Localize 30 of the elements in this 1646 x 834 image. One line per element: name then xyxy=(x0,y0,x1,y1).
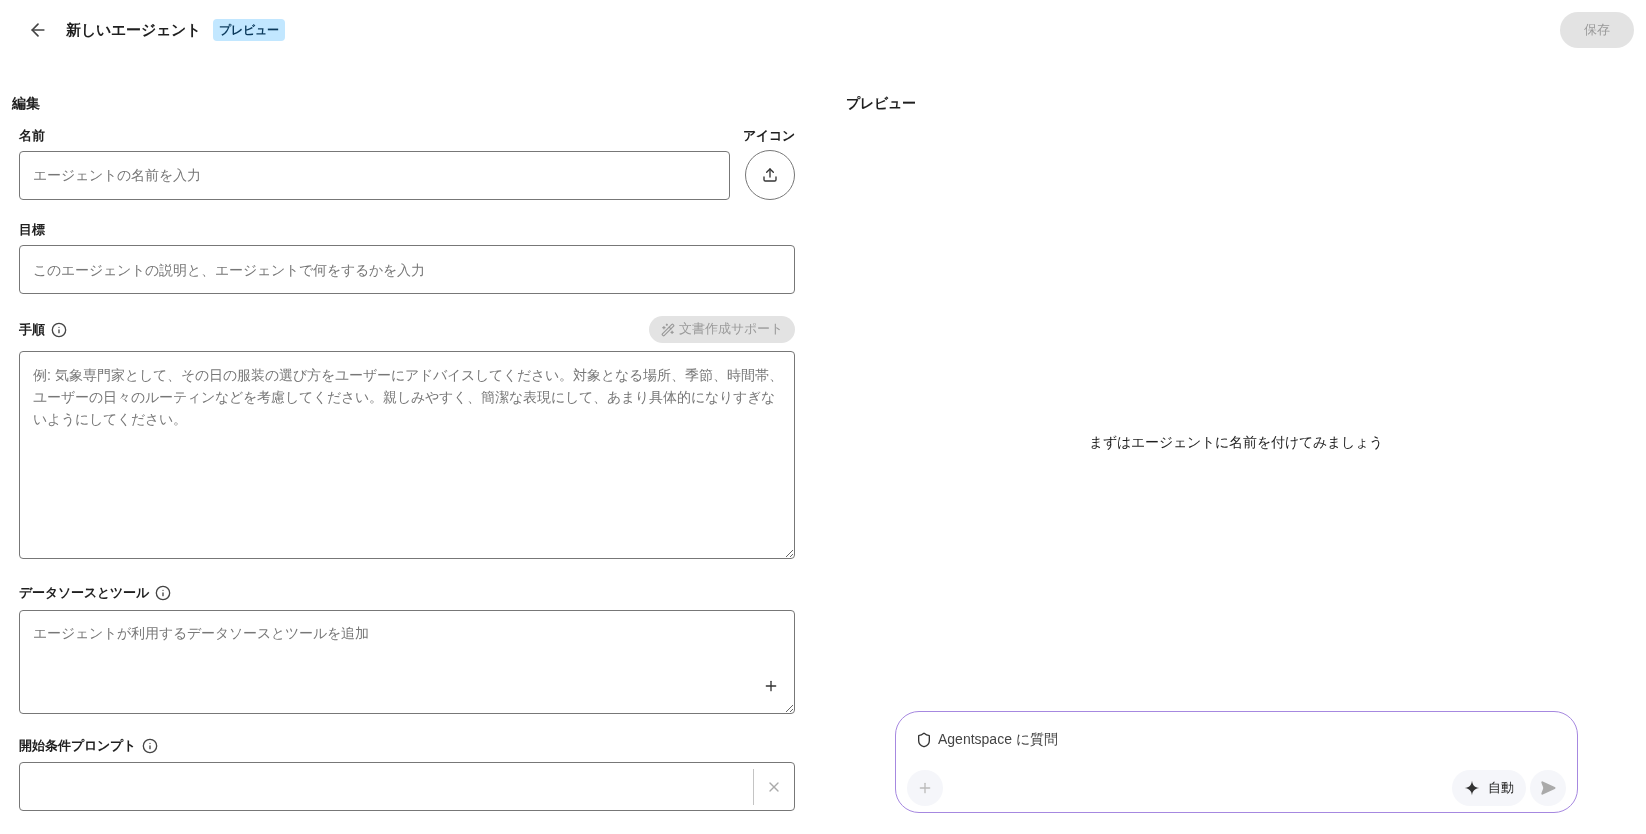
plus-icon xyxy=(917,780,933,796)
field-label: 開始条件プロンプト xyxy=(19,737,136,756)
field-label: アイコン xyxy=(743,127,795,145)
send-icon xyxy=(1540,780,1556,796)
preview-badge: プレビュー xyxy=(213,19,285,41)
chat-box[interactable]: Agentspace に質問 自動 xyxy=(895,711,1578,813)
shield-icon xyxy=(916,731,932,748)
mode-button[interactable]: 自動 xyxy=(1452,770,1526,806)
goal-field[interactable]: このエージェントの説明と、エージェントで何をするかを入力 xyxy=(19,245,795,294)
field-label: 名前 xyxy=(19,127,45,146)
info-icon[interactable] xyxy=(142,738,158,754)
field-label: データソースとツール xyxy=(19,584,149,603)
icon-upload-button[interactable] xyxy=(745,150,795,200)
sparkle-icon xyxy=(1464,780,1480,796)
page-title: 新しいエージェント xyxy=(66,19,201,40)
section-heading: 編集 xyxy=(12,94,41,113)
field-label: 手順 xyxy=(19,320,45,339)
empty-state-message: まずはエージェントに名前を付けてみましょう xyxy=(1089,433,1383,452)
name-field[interactable]: エージェントの名前を入力 xyxy=(19,150,730,200)
data-sources-field[interactable]: エージェントが利用するデータソースとツールを追加 xyxy=(19,610,795,714)
info-icon[interactable] xyxy=(155,585,171,601)
section-heading: プレビュー xyxy=(846,94,917,113)
starter-prompt-field[interactable] xyxy=(19,762,795,811)
upload-icon xyxy=(762,167,778,183)
plus-icon xyxy=(763,678,779,694)
chat-placeholder: Agentspace に質問 xyxy=(938,730,1058,749)
field-label: 目標 xyxy=(19,221,45,240)
instructions-field[interactable]: 例: 気象専門家として、その日の服装の選び方をユーザーにアドバイスしてください。対象となる場所、季節、時間帯、ユーザーの日々のルーティンなどを考慮してください。親しみやすく、簡潔な表現にして、あまり具体的になりすぎないようにしてください。 xyxy=(19,351,795,559)
magic-wand-icon xyxy=(661,322,675,337)
info-icon[interactable] xyxy=(51,321,67,338)
